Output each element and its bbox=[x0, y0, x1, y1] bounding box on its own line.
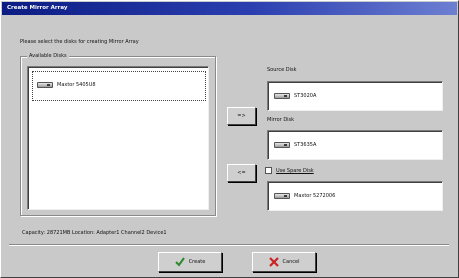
arrow-left-icon: <= bbox=[237, 170, 246, 176]
cancel-button[interactable]: Cancel bbox=[252, 252, 316, 272]
spare-disk-box[interactable]: Maxtor 5272006 bbox=[267, 181, 443, 211]
available-disk-label: Maxtor 5405U8 bbox=[57, 82, 96, 88]
hard-disk-icon bbox=[274, 193, 290, 199]
source-disk-item[interactable]: ST3020A bbox=[274, 93, 316, 99]
spare-disk-value: Maxtor 5272006 bbox=[294, 193, 336, 199]
instruction-text: Please select the disks for creating Mir… bbox=[20, 39, 139, 45]
hard-disk-icon bbox=[274, 93, 290, 99]
create-button-label: Create bbox=[188, 259, 206, 265]
source-disk-label: Source Disk bbox=[267, 67, 297, 73]
create-mirror-array-dialog: Create Mirror Array Please select the di… bbox=[0, 0, 459, 278]
hard-disk-icon bbox=[37, 82, 53, 88]
hard-disk-icon bbox=[274, 142, 290, 148]
mirror-disk-item[interactable]: ST3635A bbox=[274, 142, 316, 148]
source-disk-value: ST3020A bbox=[294, 93, 317, 99]
remove-disk-button[interactable]: <= bbox=[227, 164, 256, 182]
mirror-disk-value: ST3635A bbox=[294, 142, 317, 148]
available-disks-list[interactable]: Maxtor 5405U8 bbox=[27, 66, 209, 210]
status-text: Capacity: 28721MB Location: Adapter1 Cha… bbox=[22, 230, 167, 236]
create-button[interactable]: Create bbox=[158, 252, 222, 272]
add-disk-button[interactable]: => bbox=[227, 107, 256, 125]
spare-disk-item[interactable]: Maxtor 5272006 bbox=[274, 193, 335, 199]
window-title: Create Mirror Array bbox=[2, 2, 457, 15]
footer-separator bbox=[9, 244, 449, 246]
check-icon bbox=[174, 257, 185, 267]
list-item-available-disk[interactable]: Maxtor 5405U8 bbox=[37, 82, 96, 88]
mirror-disk-label: Mirror Disk bbox=[267, 117, 295, 123]
available-disks-group: Available Disks Maxtor 5405U8 bbox=[20, 53, 216, 216]
arrow-right-icon: => bbox=[237, 113, 246, 119]
x-icon bbox=[268, 257, 279, 267]
use-spare-disk-checkbox[interactable] bbox=[265, 167, 272, 174]
cancel-button-label: Cancel bbox=[282, 259, 300, 265]
use-spare-disk-label[interactable]: Use Spare Disk bbox=[276, 168, 314, 174]
mirror-disk-box[interactable]: ST3635A bbox=[267, 130, 443, 160]
available-disks-legend: Available Disks bbox=[27, 53, 69, 59]
source-disk-box[interactable]: ST3020A bbox=[267, 81, 443, 111]
